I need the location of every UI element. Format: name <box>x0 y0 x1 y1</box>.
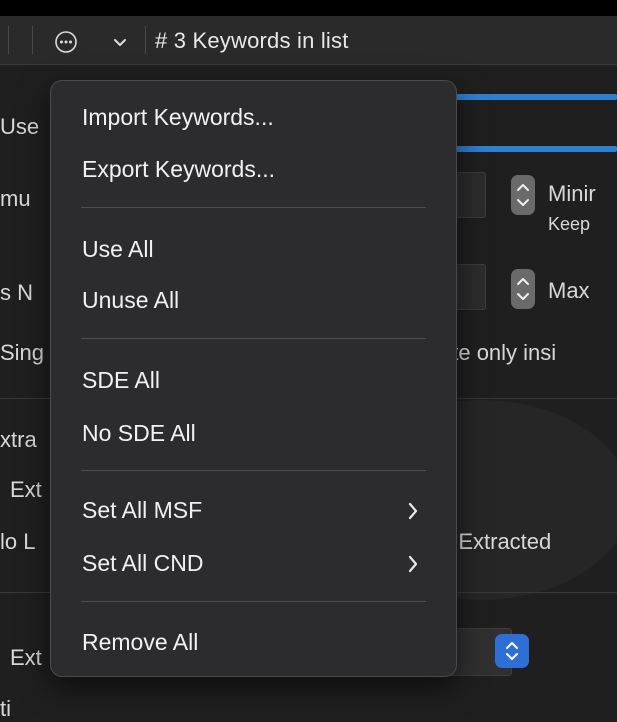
max-row-label: s N <box>0 280 33 305</box>
more-actions-button[interactable] <box>50 28 134 54</box>
no-link-option-label: lo L <box>0 529 36 554</box>
menu-item-set-all-cnd[interactable]: Set All CND <box>82 550 203 577</box>
progress-bar-top <box>440 94 617 100</box>
chevron-right-icon <box>406 553 420 580</box>
chevron-right-icon <box>406 500 420 527</box>
popup-stepper-button[interactable] <box>495 634 529 668</box>
inside-option-label: ate only insi <box>440 340 557 365</box>
max-option-label: Max <box>548 278 590 303</box>
menu-item-no-sde-all[interactable]: No SDE All <box>82 420 196 447</box>
menu-item-export-keywords[interactable]: Export Keywords... <box>82 156 275 183</box>
keep-option-label: Keep <box>548 214 591 234</box>
toolbar-separator <box>8 26 9 54</box>
menu-separator <box>81 601 426 602</box>
menu-item-sde-all[interactable]: SDE All <box>82 367 160 394</box>
toolbar-separator <box>145 26 146 54</box>
toolbar-separator <box>32 26 33 54</box>
keywords-count-label: # 3 Keywords in list <box>155 28 349 53</box>
progress-bar-bottom <box>440 146 617 152</box>
minimum-option-label: Minir <box>548 181 596 206</box>
toolbar: # 3 Keywords in list <box>0 16 617 65</box>
partial-bottom-label: ti <box>0 696 11 721</box>
menu-item-remove-all[interactable]: Remove All <box>82 629 198 656</box>
use-checkbox-label: Use <box>0 114 40 139</box>
menu-item-use-all[interactable]: Use All <box>82 236 154 263</box>
extract-label: xtra <box>0 427 37 452</box>
keywords-actions-menu: Import Keywords... Export Keywords... Us… <box>50 80 457 677</box>
extract-option-label: Ext <box>10 477 42 502</box>
menu-separator <box>81 470 426 471</box>
max-stepper[interactable] <box>511 269 535 309</box>
minimum-label: mu <box>0 186 31 211</box>
window-top-strip <box>0 0 617 16</box>
menu-separator <box>81 207 426 208</box>
menu-separator <box>81 338 426 339</box>
menu-item-import-keywords[interactable]: Import Keywords... <box>82 104 274 131</box>
menu-item-unuse-all[interactable]: Unuse All <box>82 287 179 314</box>
ellipsis-circle-icon <box>54 30 78 59</box>
extract-type-label: Ext <box>10 645 42 670</box>
menu-item-set-all-msf[interactable]: Set All MSF <box>82 497 202 524</box>
chevron-down-icon <box>110 30 130 59</box>
single-option-label: Sing <box>0 340 45 365</box>
minimum-stepper[interactable] <box>511 175 535 215</box>
